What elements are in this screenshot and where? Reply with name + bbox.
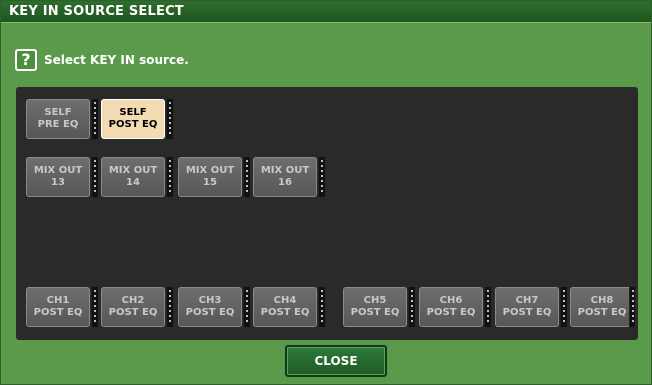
button-line1: CH5 — [363, 295, 387, 306]
ch3-post-eq-button[interactable]: CH3 POST EQ — [178, 287, 242, 327]
ch7-post-eq-button[interactable]: CH7 POST EQ — [495, 287, 559, 327]
level-meter — [166, 287, 173, 327]
level-meter — [318, 157, 325, 197]
button-line1: CH3 — [198, 295, 222, 306]
button-line1: CH1 — [46, 295, 70, 306]
ch5-post-eq-button[interactable]: CH5 POST EQ — [343, 287, 407, 327]
level-meter — [484, 287, 491, 327]
level-meter — [166, 157, 173, 197]
level-meter — [91, 287, 98, 327]
button-line2: 14 — [126, 177, 140, 188]
button-line1: MIX OUT — [33, 165, 83, 176]
button-line2: PRE EQ — [37, 119, 79, 130]
help-text: Select KEY IN source. — [44, 53, 189, 67]
button-line2: POST EQ — [108, 119, 158, 130]
level-meter — [243, 287, 250, 327]
self-pre-eq-button[interactable]: SELF PRE EQ — [26, 99, 90, 139]
button-line1: SELF — [44, 107, 72, 118]
level-meter — [166, 99, 173, 139]
ch8-post-eq-button[interactable]: CH8 POST EQ — [570, 287, 634, 327]
button-line2: POST EQ — [108, 307, 158, 318]
help-icon[interactable]: ? — [15, 49, 37, 71]
button-line2: 15 — [203, 177, 217, 188]
button-line2: POST EQ — [350, 307, 400, 318]
button-line2: POST EQ — [185, 307, 235, 318]
button-line2: POST EQ — [502, 307, 552, 318]
button-line2: POST EQ — [260, 307, 310, 318]
ch4-post-eq-button[interactable]: CH4 POST EQ — [253, 287, 317, 327]
button-line1: MIX OUT — [108, 165, 158, 176]
level-meter — [318, 287, 325, 327]
level-meter — [629, 287, 635, 327]
level-meter — [408, 287, 415, 327]
button-line1: CH8 — [590, 295, 614, 306]
button-line1: CH2 — [121, 295, 145, 306]
button-line1: CH7 — [515, 295, 539, 306]
button-line1: SELF — [119, 107, 147, 118]
help-bar: ? Select KEY IN source. — [15, 47, 189, 73]
source-panel: SELF PRE EQ SELF POST EQ MIX OUT 13 MIX … — [16, 87, 638, 340]
button-line2: 16 — [278, 177, 292, 188]
button-line1: CH6 — [439, 295, 463, 306]
ch2-post-eq-button[interactable]: CH2 POST EQ — [101, 287, 165, 327]
level-meter — [560, 287, 567, 327]
level-meter — [91, 157, 98, 197]
button-line2: 13 — [51, 177, 65, 188]
dialog-title: KEY IN SOURCE SELECT — [1, 1, 651, 23]
level-meter — [243, 157, 250, 197]
mix-out-13-button[interactable]: MIX OUT 13 — [26, 157, 90, 197]
mix-out-16-button[interactable]: MIX OUT 16 — [253, 157, 317, 197]
close-button[interactable]: CLOSE — [285, 345, 387, 377]
key-in-source-select-dialog: KEY IN SOURCE SELECT ? Select KEY IN sou… — [0, 0, 652, 385]
mix-out-15-button[interactable]: MIX OUT 15 — [178, 157, 242, 197]
button-line2: POST EQ — [426, 307, 476, 318]
button-line1: CH4 — [273, 295, 297, 306]
button-line2: POST EQ — [577, 307, 627, 318]
button-line1: MIX OUT — [260, 165, 310, 176]
button-line2: POST EQ — [33, 307, 83, 318]
ch1-post-eq-button[interactable]: CH1 POST EQ — [26, 287, 90, 327]
button-line1: MIX OUT — [185, 165, 235, 176]
mix-out-14-button[interactable]: MIX OUT 14 — [101, 157, 165, 197]
ch6-post-eq-button[interactable]: CH6 POST EQ — [419, 287, 483, 327]
self-post-eq-button[interactable]: SELF POST EQ — [101, 99, 165, 139]
level-meter — [91, 99, 98, 139]
